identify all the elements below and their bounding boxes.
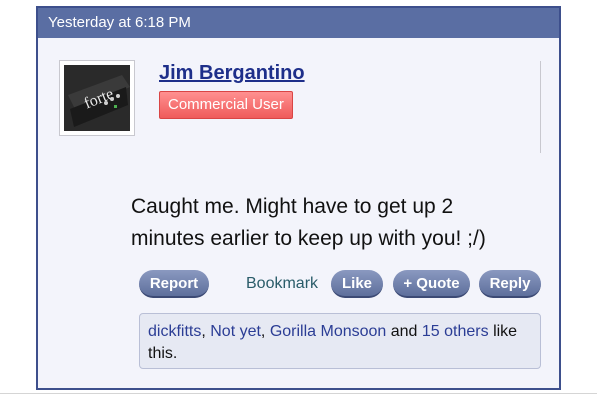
post-container: Yesterday at 6:18 PM forte Jim Bergantin… xyxy=(36,6,561,390)
likes-others-link[interactable]: 15 others xyxy=(422,323,489,340)
likes-summary: dickfitts, Not yet, Gorilla Monsoon and … xyxy=(139,313,541,369)
vertical-divider xyxy=(540,61,541,153)
report-button[interactable]: Report xyxy=(139,270,209,298)
likes-separator: , xyxy=(201,323,211,340)
quote-button[interactable]: + Quote xyxy=(393,270,470,298)
user-title-badge: Commercial User xyxy=(159,91,293,119)
page-divider xyxy=(0,393,597,394)
post-message: Caught me. Might have to get up 2 minute… xyxy=(131,195,486,250)
author-name-link[interactable]: Jim Bergantino xyxy=(159,62,305,85)
post-timestamp: Yesterday at 6:18 PM xyxy=(38,8,559,38)
likes-separator: , xyxy=(260,323,270,340)
avatar[interactable]: forte xyxy=(59,60,135,136)
reply-button[interactable]: Reply xyxy=(479,270,541,298)
liker-link[interactable]: dickfitts xyxy=(148,323,201,340)
likes-and-text: and xyxy=(386,323,422,340)
liker-link[interactable]: Not yet xyxy=(210,323,261,340)
liker-link[interactable]: Gorilla Monsoon xyxy=(270,323,387,340)
amp-device-icon: forte xyxy=(64,65,130,131)
bookmark-link[interactable]: Bookmark xyxy=(246,270,318,298)
like-button[interactable]: Like xyxy=(331,270,383,298)
